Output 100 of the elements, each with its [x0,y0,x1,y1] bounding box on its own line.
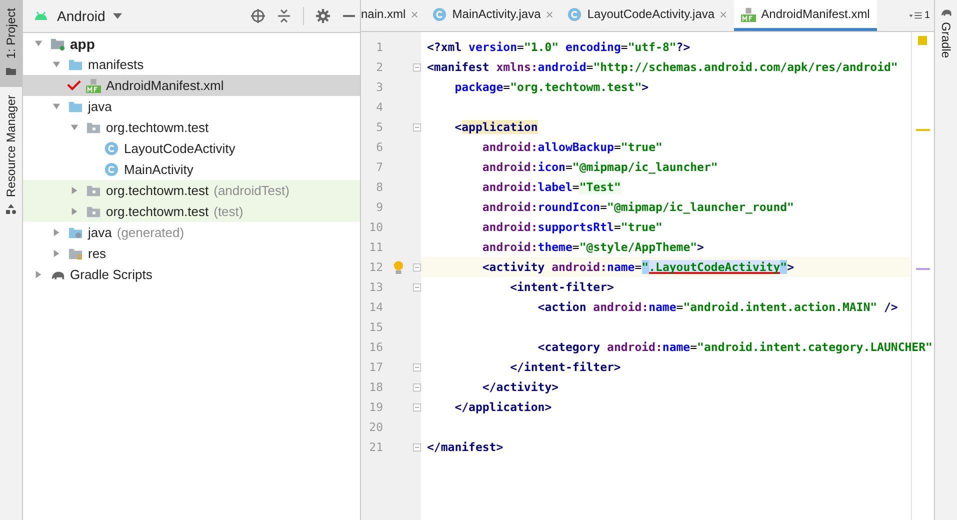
collapsed-arrow-icon[interactable] [52,249,60,258]
tree-item[interactable]: AndroidManifest.xml [23,75,360,96]
tree-item-label: app [70,36,95,52]
tree-item[interactable]: Gradle Scripts [23,264,360,285]
line-number: 1 [375,40,383,54]
class-icon [432,6,448,22]
line-number: 13 [368,280,383,294]
line-number: 3 [375,80,383,94]
code-line: android:supportsRtl="true" [481,220,662,234]
code-line: <?xml version="1.0" encoding="utf-8"?> [427,40,690,54]
android-head-icon [33,11,49,21]
settings-icon[interactable] [316,9,330,23]
fold-marker-icon[interactable] [413,382,421,392]
line-number: 5 [375,120,383,134]
editor-tab[interactable]: nain.xml × [361,0,426,31]
tree-item-label: MainActivity [124,162,194,177]
editor-tab[interactable]: MainActivity.java × [425,0,560,31]
tree-item[interactable]: app [23,33,360,54]
fold-marker-icon[interactable] [413,62,421,72]
fold-marker-icon[interactable] [413,282,421,292]
line-number: 10 [368,220,383,234]
collapse-icon[interactable] [277,9,291,23]
tree-item[interactable]: MainActivity [23,159,360,180]
class-icon [104,162,119,177]
collapsed-arrow-icon[interactable] [52,228,60,237]
code-line: <intent-filter> [509,280,614,294]
line-number: 6 [375,140,383,154]
manifest-file-icon [86,78,101,93]
expanded-arrow-icon[interactable] [70,123,78,132]
tree-item-label: Gradle Scripts [70,267,152,282]
line-number: 9 [375,200,383,214]
line-number: 16 [368,340,383,354]
line-number: 20 [368,420,383,434]
line-number: 14 [368,300,383,314]
tree-item-label: org.techtowm.test [106,183,209,198]
shapes-icon [5,202,17,215]
tab-list-button[interactable]: 1 [905,0,934,31]
tool-window-tab[interactable]: Gradle [935,0,957,64]
code-line: android:label="Test" [481,180,621,194]
view-dropdown[interactable]: Android [33,8,122,24]
resource-folder-icon [68,246,83,261]
code-line: android:icon="@mipmap/ic_launcher" [481,160,718,174]
tree-item[interactable]: manifests [23,54,360,75]
expanded-arrow-icon[interactable] [52,102,60,111]
fold-marker-icon[interactable] [413,122,421,132]
tool-window-tab[interactable]: Resource Manager [0,86,22,225]
fold-marker-icon[interactable] [413,262,421,272]
editor-tab[interactable]: AndroidManifest.xml [734,0,877,31]
tool-window-tab[interactable]: 1: Project [0,0,22,87]
expanded-arrow-icon[interactable] [52,60,60,69]
code-line: </activity> [481,380,559,394]
code-line: </intent-filter> [509,360,621,374]
code-line: android:theme="@style/AppTheme"> [481,240,704,254]
fold-marker-icon[interactable] [413,362,421,372]
tab-label: AndroidManifest.xml [761,7,870,21]
tree-item[interactable]: LayoutCodeActivity [23,138,360,159]
code-line: <activity android:name=".LayoutCodeActivity"> [481,260,794,274]
tree-item-note: (test) [214,204,244,219]
tree-item[interactable]: org.techtowm.test (androidTest) [23,180,360,201]
folder-icon [68,99,83,114]
line-number: 21 [368,440,383,454]
line-number: 18 [368,380,383,394]
tree-item[interactable]: java (generated) [23,222,360,243]
caret-marker[interactable] [916,268,930,270]
code-line: </manifest> [427,440,504,454]
code-line: <category android:name="android.intent.category.LAUNCHER" [536,340,932,354]
tree-item-label: org.techtowm.test [106,204,209,219]
highlight-marker[interactable] [916,129,930,131]
fold-marker-icon[interactable] [413,442,421,452]
tree-item[interactable]: org.techtowm.test (test) [23,201,360,222]
tab-label: MainActivity.java [452,7,541,21]
tree-item-label: java [88,99,112,114]
light-bulb-icon[interactable] [392,260,404,274]
expanded-arrow-icon[interactable] [34,39,42,48]
editor-tab[interactable]: LayoutCodeActivity.java × [560,0,734,31]
tab-label: nain.xml [361,7,406,21]
collapsed-arrow-icon[interactable] [34,270,42,279]
warning-marker[interactable] [918,36,927,45]
tree-item[interactable]: org.techtowm.test [23,117,360,138]
fold-marker-icon[interactable] [413,402,421,412]
folder-icon [68,57,83,72]
collapsed-arrow-icon[interactable] [70,186,78,195]
locate-icon[interactable] [251,9,265,23]
collapsed-arrow-icon[interactable] [70,207,78,216]
tree-item-label: res [88,246,106,261]
caret-icon [113,13,122,19]
package-icon [86,204,101,219]
code-line: android:allowBackup="true" [481,140,662,154]
tree-item-note: (generated) [116,225,184,240]
tree-item-label: AndroidManifest.xml [106,78,224,93]
line-number: 19 [368,400,383,414]
tree-item-label: org.techtowm.test [106,120,209,135]
tree-item-label: java [88,225,112,240]
tree-item[interactable]: java [23,96,360,117]
line-number: 15 [368,320,383,334]
tree-item[interactable]: res [23,243,360,264]
class-icon [104,141,119,156]
line-number: 17 [368,360,383,374]
code-line: <action android:name="android.intent.action.MAIN" /> [536,300,898,314]
code-line: android:roundIcon="@mipmap/ic_launcher_round" [481,200,794,214]
